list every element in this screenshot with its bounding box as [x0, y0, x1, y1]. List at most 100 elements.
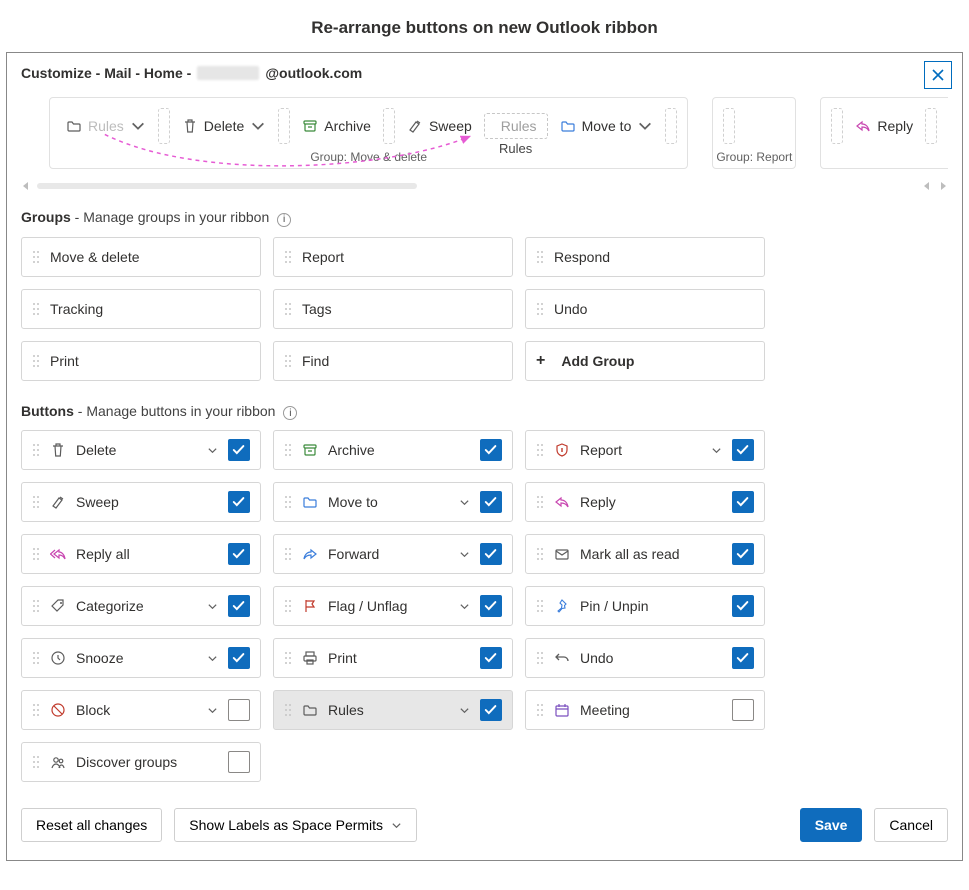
- cal-icon: [554, 702, 570, 718]
- button-card[interactable]: Rules: [273, 690, 513, 730]
- info-icon[interactable]: i: [283, 406, 297, 420]
- group-label: Tags: [302, 301, 332, 317]
- group-card[interactable]: Tracking: [21, 289, 261, 329]
- drop-slot[interactable]: [831, 108, 843, 144]
- preview-scrollbar[interactable]: [21, 181, 948, 191]
- drop-slot[interactable]: [158, 108, 170, 144]
- visibility-checkbox[interactable]: [480, 699, 502, 721]
- chevron-down-icon: [459, 705, 470, 716]
- drop-slot[interactable]: [383, 108, 395, 144]
- visibility-checkbox[interactable]: [228, 595, 250, 617]
- close-button[interactable]: [924, 61, 952, 89]
- visibility-checkbox[interactable]: [480, 491, 502, 513]
- button-card[interactable]: Block: [21, 690, 261, 730]
- group-card[interactable]: Tags: [273, 289, 513, 329]
- chevron-down-icon: [207, 445, 218, 456]
- group-card[interactable]: Print: [21, 341, 261, 381]
- visibility-checkbox[interactable]: [480, 647, 502, 669]
- chevron-down-icon: [207, 653, 218, 664]
- button-label: Sweep: [76, 494, 218, 510]
- chevron-down-icon: [207, 705, 218, 716]
- tag-icon: [50, 598, 66, 614]
- button-card[interactable]: Sweep: [21, 482, 261, 522]
- check-icon: [232, 547, 246, 561]
- button-card[interactable]: Meeting: [525, 690, 765, 730]
- button-card[interactable]: Mark all as read: [525, 534, 765, 574]
- button-card[interactable]: Print: [273, 638, 513, 678]
- button-card[interactable]: Report: [525, 430, 765, 470]
- button-card[interactable]: Delete: [21, 430, 261, 470]
- page-title: Re-arrange buttons on new Outlook ribbon: [0, 0, 969, 52]
- plus-icon: +: [536, 352, 545, 370]
- preview-rules-ghost-label: Rules: [88, 118, 124, 134]
- preview-rules-ghost[interactable]: Rules: [60, 114, 152, 138]
- button-card[interactable]: Reply: [525, 482, 765, 522]
- group-card[interactable]: Find: [273, 341, 513, 381]
- cancel-button[interactable]: Cancel: [874, 808, 948, 842]
- button-card[interactable]: Undo: [525, 638, 765, 678]
- button-card[interactable]: Move to: [273, 482, 513, 522]
- button-card[interactable]: Snooze: [21, 638, 261, 678]
- grip-icon: [284, 354, 292, 368]
- visibility-checkbox[interactable]: [228, 543, 250, 565]
- add-group-button[interactable]: +Add Group: [525, 341, 765, 381]
- preview-delete[interactable]: Delete: [176, 114, 272, 138]
- folder-icon: [560, 118, 576, 134]
- visibility-checkbox[interactable]: [732, 595, 754, 617]
- visibility-checkbox[interactable]: [228, 647, 250, 669]
- button-card[interactable]: Forward: [273, 534, 513, 574]
- preview-archive[interactable]: Archive: [296, 114, 377, 138]
- visibility-checkbox[interactable]: [732, 699, 754, 721]
- button-card[interactable]: Flag / Unflag: [273, 586, 513, 626]
- buttons-subtitle: - Manage buttons in your ribbon: [74, 403, 276, 419]
- check-icon: [736, 599, 750, 613]
- drop-slot[interactable]: [278, 108, 290, 144]
- groups-heading: Groups - Manage groups in your ribbon i: [21, 209, 948, 227]
- scroll-right-icon[interactable]: [938, 181, 948, 191]
- breadcrumb-prefix: Customize - Mail - Home -: [21, 65, 191, 81]
- button-card[interactable]: Reply all: [21, 534, 261, 574]
- check-icon: [736, 651, 750, 665]
- drop-slot[interactable]: [665, 108, 677, 144]
- scroll-left-icon[interactable]: [21, 181, 31, 191]
- visibility-checkbox[interactable]: [228, 439, 250, 461]
- scroll-left-icon[interactable]: [922, 181, 932, 191]
- group-card[interactable]: Respond: [525, 237, 765, 277]
- grip-icon: [536, 250, 544, 264]
- preview-move-to[interactable]: Move to: [554, 114, 660, 138]
- visibility-checkbox[interactable]: [480, 439, 502, 461]
- visibility-checkbox[interactable]: [228, 491, 250, 513]
- preview-rules-drop-target[interactable]: Rules Rules: [484, 113, 548, 139]
- trash-icon: [50, 442, 66, 458]
- button-card[interactable]: Pin / Unpin: [525, 586, 765, 626]
- info-icon[interactable]: i: [277, 213, 291, 227]
- group-card[interactable]: Report: [273, 237, 513, 277]
- drop-slot[interactable]: [723, 108, 735, 144]
- preview-reply-all-partial[interactable]: R: [943, 114, 948, 138]
- visibility-checkbox[interactable]: [228, 699, 250, 721]
- visibility-checkbox[interactable]: [228, 751, 250, 773]
- chevron-down-icon: [459, 601, 470, 612]
- preview-reply[interactable]: Reply: [849, 114, 919, 138]
- visibility-checkbox[interactable]: [732, 439, 754, 461]
- button-card[interactable]: Discover groups: [21, 742, 261, 782]
- button-card[interactable]: Archive: [273, 430, 513, 470]
- preview-sweep[interactable]: Sweep: [401, 114, 478, 138]
- scroll-track[interactable]: [37, 183, 417, 189]
- visibility-checkbox[interactable]: [732, 543, 754, 565]
- visibility-checkbox[interactable]: [732, 491, 754, 513]
- group-card[interactable]: Undo: [525, 289, 765, 329]
- button-card[interactable]: Categorize: [21, 586, 261, 626]
- check-icon: [736, 495, 750, 509]
- label-mode-text: Show Labels as Space Permits: [189, 817, 383, 833]
- reset-button[interactable]: Reset all changes: [21, 808, 162, 842]
- save-button[interactable]: Save: [800, 808, 863, 842]
- visibility-checkbox[interactable]: [732, 647, 754, 669]
- label-mode-dropdown[interactable]: Show Labels as Space Permits: [174, 808, 417, 842]
- visibility-checkbox[interactable]: [480, 595, 502, 617]
- button-label: Reply: [580, 494, 722, 510]
- group-card[interactable]: Move & delete: [21, 237, 261, 277]
- drop-slot[interactable]: [925, 108, 937, 144]
- button-label: Discover groups: [76, 754, 218, 770]
- visibility-checkbox[interactable]: [480, 543, 502, 565]
